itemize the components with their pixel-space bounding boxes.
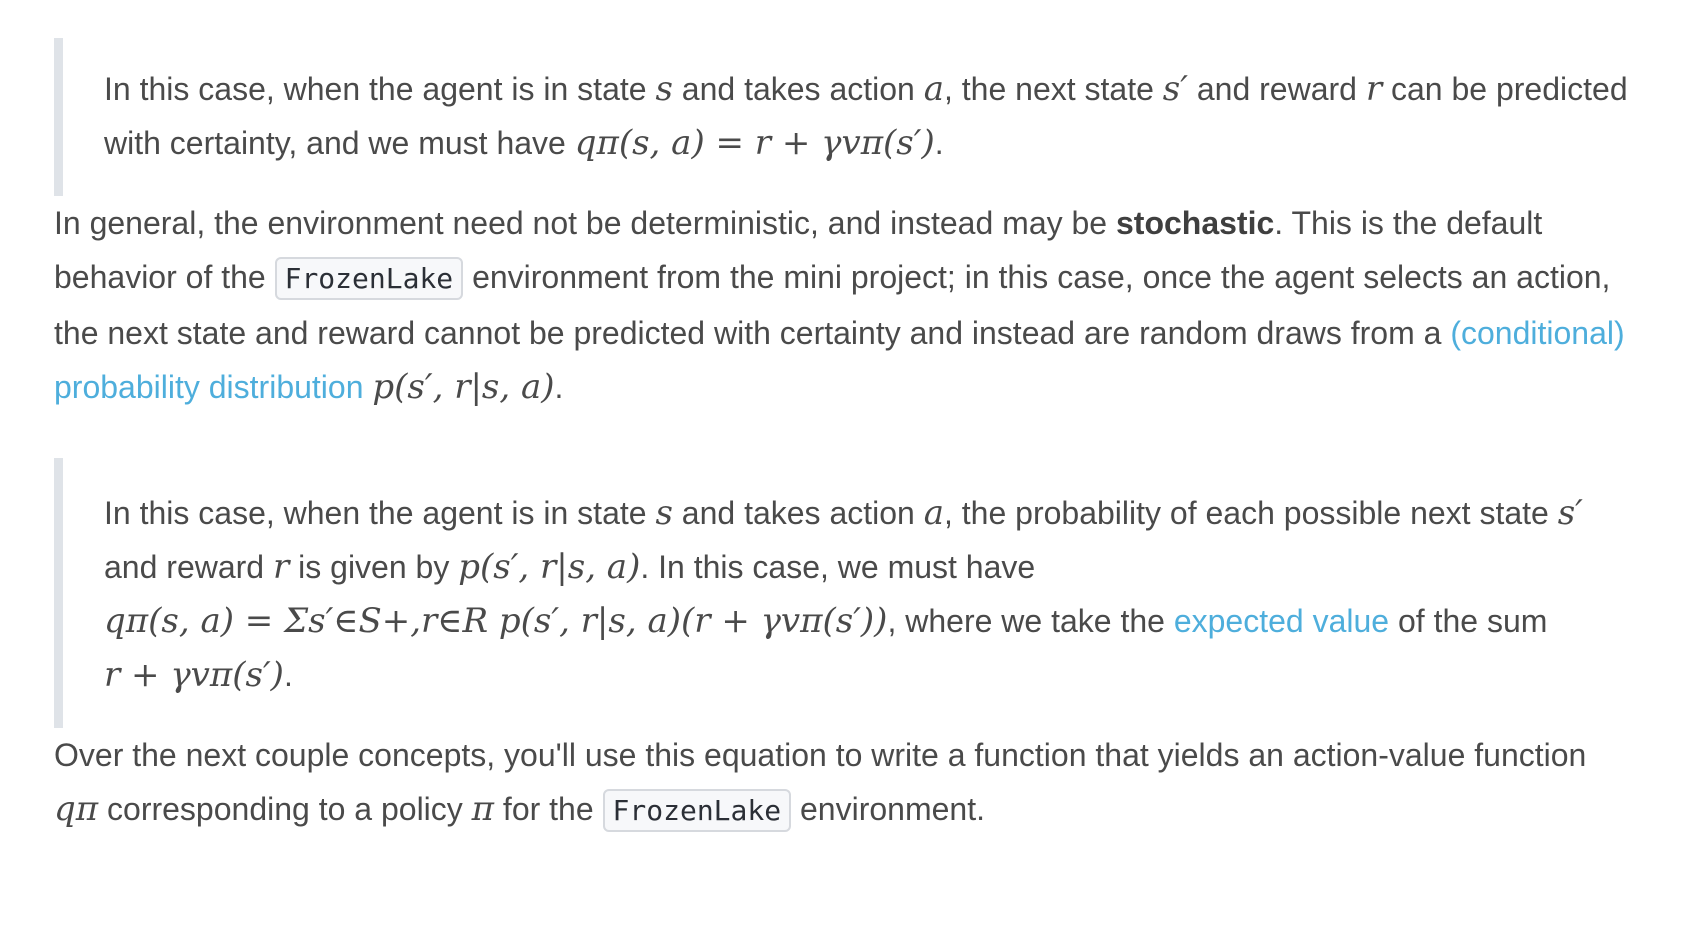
quote-text: . In this case, we must have [640, 549, 1036, 585]
frozenlake-code: FrozenLake [602, 789, 792, 832]
stochastic-term: stochastic [1115, 205, 1275, 241]
paragraph-text: environment. [791, 791, 985, 827]
quote-text: of the sum [1389, 603, 1548, 639]
math-deterministic-equation: qπ(s, a) = r + γvπ(s′) [574, 123, 935, 163]
paragraph-text: for the [494, 791, 603, 827]
math-action-a: a [923, 493, 944, 533]
math-reward-r: r [1365, 69, 1383, 109]
expected-value-link[interactable]: expected value [1174, 603, 1389, 639]
quote-text: , the probability of each possible next … [944, 495, 1558, 531]
math-return-sum: r + γvπ(s′) [104, 655, 284, 695]
quote-text: and takes action [672, 71, 924, 107]
paragraph-text: corresponding to a policy [98, 791, 472, 827]
quote-text: , where we take the [887, 603, 1174, 639]
paragraph-text: . [554, 369, 564, 405]
math-policy-pi: π [471, 789, 495, 829]
math-state-s: s [655, 493, 673, 533]
quote-text: and takes action [672, 495, 924, 531]
quote-text: and reward [1187, 71, 1366, 107]
math-next-state: s′ [1557, 493, 1583, 533]
math-transition-probability: p(s′, r|s, a) [458, 547, 641, 587]
math-reward-r: r [272, 547, 290, 587]
paragraph-text: In general, the environment need not be … [54, 205, 1116, 241]
math-action-a: a [923, 69, 944, 109]
paragraph-text: Over the next couple concepts, you'll us… [54, 737, 1587, 773]
quote-text: . [283, 657, 293, 693]
next-concepts-paragraph: Over the next couple concepts, you'll us… [54, 728, 1634, 838]
quote-text: and reward [104, 549, 273, 585]
deterministic-case-quote: In this case, when the agent is in state… [54, 38, 1634, 196]
quote-text: , the next state [944, 71, 1163, 107]
quote-text: is given by [289, 549, 459, 585]
frozenlake-code: FrozenLake [274, 257, 464, 300]
math-transition-probability: p(s′, r|s, a) [372, 367, 555, 407]
quote-text: In this case, when the agent is in state [104, 71, 656, 107]
math-state-s: s [655, 69, 673, 109]
math-next-state: s′ [1162, 69, 1188, 109]
quote-text: . [934, 125, 944, 161]
math-expected-value-equation: qπ(s, a) = Σs′∈S+,r∈R p(s′, r|s, a)(r + … [104, 601, 888, 641]
stochastic-case-quote: In this case, when the agent is in state… [54, 458, 1634, 728]
lesson-content: In this case, when the agent is in state… [54, 38, 1634, 838]
math-action-value-q: qπ [54, 789, 99, 829]
quote-text: In this case, when the agent is in state [104, 495, 656, 531]
stochastic-paragraph: In general, the environment need not be … [54, 196, 1634, 414]
